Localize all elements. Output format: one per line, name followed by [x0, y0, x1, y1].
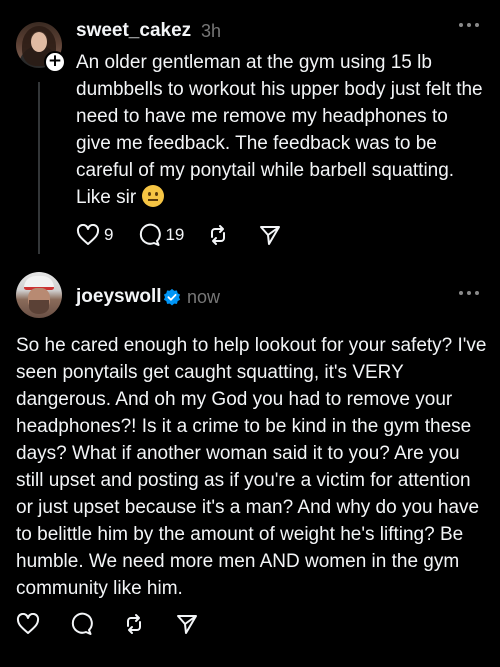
timestamp: now: [187, 287, 221, 307]
share-button[interactable]: [175, 612, 199, 636]
like-button[interactable]: 9: [76, 224, 113, 246]
comment-bubble-icon: [69, 612, 93, 636]
post-text-content: An older gentleman at the gym using 15 l…: [76, 52, 483, 208]
repost-button[interactable]: [206, 223, 230, 247]
avatar-face: [31, 32, 47, 52]
like-button[interactable]: [16, 613, 40, 635]
repost-icon: [122, 612, 146, 636]
reply-button[interactable]: [69, 612, 93, 636]
action-bar: [16, 610, 199, 638]
verified-badge-icon: [163, 288, 181, 306]
username[interactable]: sweet_cakez: [76, 20, 191, 42]
more-dots-icon[interactable]: [458, 22, 480, 28]
avatar-beard: [29, 300, 49, 314]
heart-icon: [76, 224, 100, 246]
post-text: So he cared enough to help lookout for y…: [16, 335, 487, 599]
send-icon: [175, 612, 199, 636]
post-text: An older gentleman at the gym using 15 l…: [76, 49, 486, 211]
comment-bubble-icon: [137, 223, 162, 247]
send-icon: [258, 223, 282, 247]
more-dots-icon[interactable]: [458, 290, 480, 296]
repost-button[interactable]: [122, 612, 146, 636]
timestamp: 3h: [201, 21, 222, 41]
reply-button[interactable]: 19: [137, 223, 184, 247]
heart-icon: [16, 613, 40, 635]
action-bar: 9 19: [76, 222, 282, 248]
thread-line: [38, 82, 40, 254]
neutral-face-emoji-icon: [142, 185, 165, 207]
like-count: 9: [104, 225, 114, 244]
username[interactable]: joeyswoll: [76, 286, 162, 308]
share-button[interactable]: [258, 223, 282, 247]
repost-icon: [206, 223, 230, 247]
avatar[interactable]: [16, 272, 62, 318]
follow-plus-icon[interactable]: +: [44, 51, 66, 73]
reply-count: 19: [165, 225, 185, 244]
post-sweet-cakez: + sweet_cakez 3h An older gentleman at t…: [0, 0, 500, 262]
